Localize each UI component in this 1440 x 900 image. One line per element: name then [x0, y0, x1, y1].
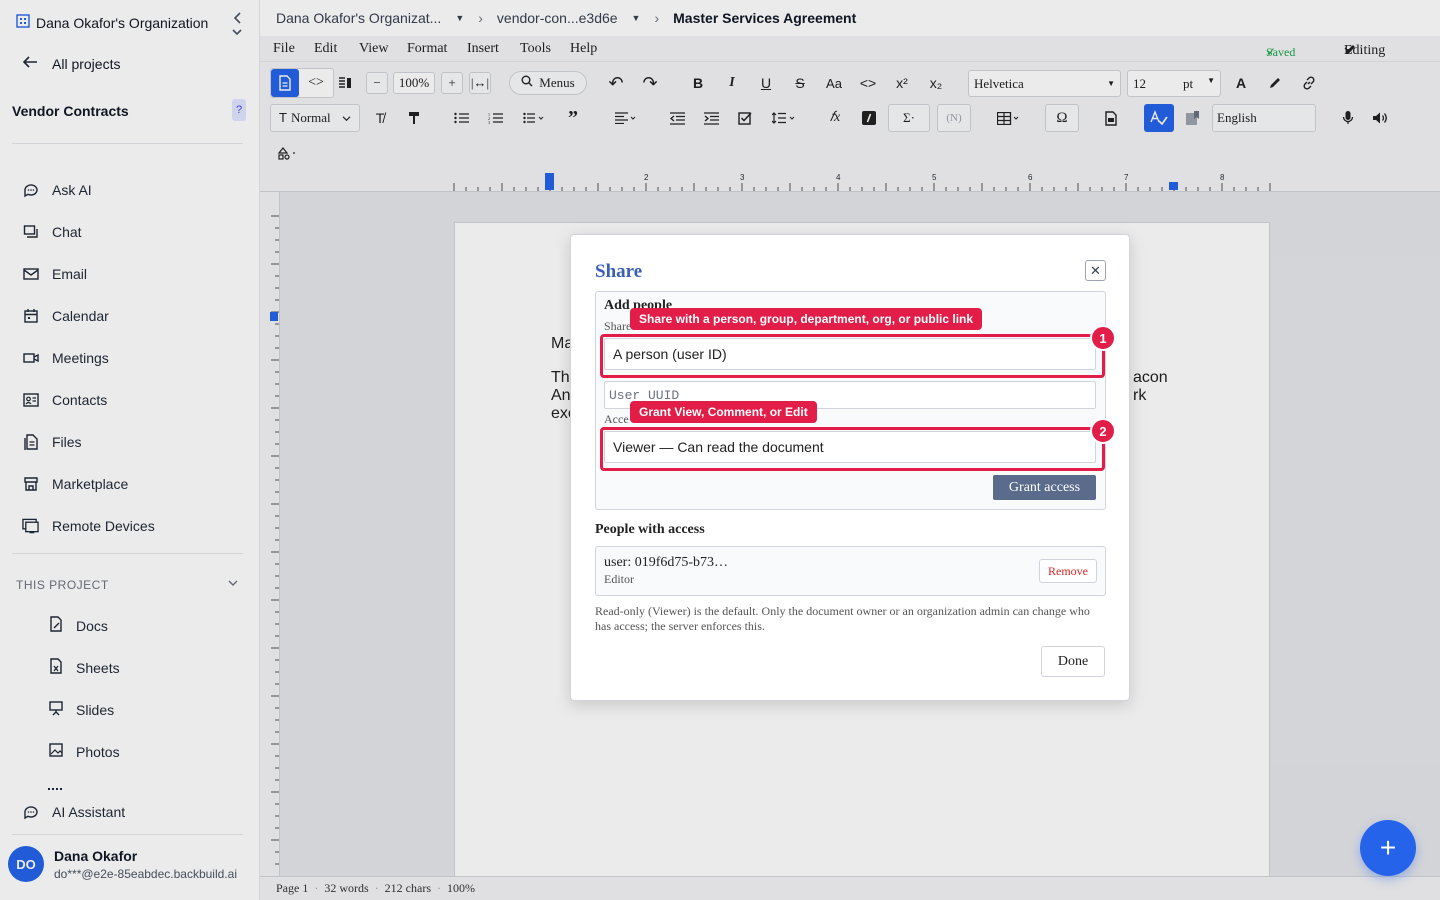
add-fab-button[interactable]: + [1360, 820, 1416, 876]
dialog-title: Share [595, 261, 643, 282]
close-icon: ✕ [1090, 262, 1101, 278]
highlight-box-2 [600, 427, 1105, 471]
remove-access-button[interactable]: Remove [1039, 559, 1097, 583]
highlight-box-1 [600, 334, 1105, 378]
access-user-id: user: 019f6d75-b73… [604, 555, 729, 570]
annotation-tooltip-1: Share with a person, group, department, … [630, 308, 983, 330]
annotation-badge-2: 2 [1090, 418, 1116, 444]
access-note: Read-only (Viewer) is the default. Only … [595, 604, 1090, 633]
plus-icon: + [1379, 832, 1397, 863]
annotation-tooltip-2: Grant View, Comment, or Edit [630, 401, 817, 423]
grant-access-button[interactable]: Grant access [993, 475, 1096, 500]
access-label: Acce [604, 412, 629, 426]
people-with-access-heading: People with access [595, 522, 705, 537]
access-role: Editor [604, 572, 634, 586]
close-button[interactable]: ✕ [1085, 260, 1106, 281]
share-with-label: Share [604, 319, 632, 333]
annotation-badge-1: 1 [1090, 325, 1116, 351]
access-list-item: user: 019f6d75-b73… Editor Remove [595, 546, 1106, 596]
done-button[interactable]: Done [1041, 646, 1105, 677]
